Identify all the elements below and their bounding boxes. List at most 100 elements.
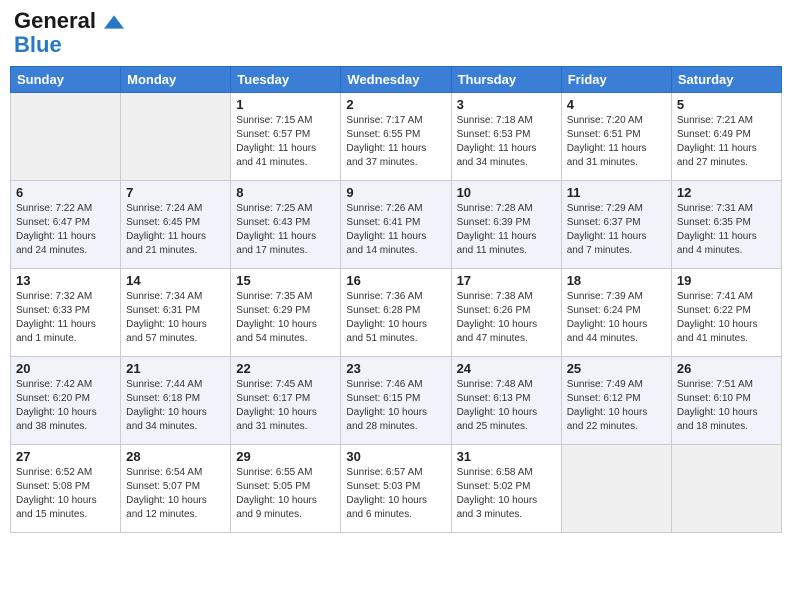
calendar-cell: 24Sunrise: 7:48 AM Sunset: 6:13 PM Dayli…	[451, 357, 561, 445]
column-header-wednesday: Wednesday	[341, 67, 451, 93]
calendar-cell: 22Sunrise: 7:45 AM Sunset: 6:17 PM Dayli…	[231, 357, 341, 445]
calendar-cell: 25 Sunrise: 7:49 AM Sunset: 6:12 PM Dayli…	[561, 357, 671, 445]
calendar-cell: 3Sunrise: 7:18 AM Sunset: 6:53 PM Daylig…	[451, 93, 561, 181]
day-info: Sunrise: 7:34 AM Sunset: 6:31 PM Dayligh…	[126, 290, 225, 346]
column-header-monday: Monday	[121, 67, 231, 93]
day-number: 2	[346, 97, 445, 112]
day-info: Sunrise: 7:44 AM Sunset: 6:18 PM Dayligh…	[126, 378, 225, 434]
calendar-cell: 23Sunrise: 7:46 AM Sunset: 6:15 PM Dayli…	[341, 357, 451, 445]
calendar-cell: 20 Sunrise: 7:42 AM Sunset: 6:20 PM Dayli…	[11, 357, 121, 445]
calendar-week-row: 20 Sunrise: 7:42 AM Sunset: 6:20 PM Dayli…	[11, 357, 782, 445]
day-number: 20	[16, 361, 115, 376]
day-number: 29	[236, 449, 335, 464]
calendar-cell: 15 Sunrise: 7:35 AM Sunset: 6:29 PM Dayli…	[231, 269, 341, 357]
calendar-cell	[671, 445, 781, 533]
calendar-cell: 1 Sunrise: 7:15 AM Sunset: 6:57 PM Daylig…	[231, 93, 341, 181]
day-info: Sunrise: 7:24 AM Sunset: 6:45 PM Dayligh…	[126, 202, 225, 258]
page-header: General Blue	[10, 10, 782, 58]
calendar-cell: 31 Sunrise: 6:58 AM Sunset: 5:02 PM Dayli…	[451, 445, 561, 533]
day-number: 16	[346, 273, 445, 288]
calendar-cell: 26 Sunrise: 7:51 AM Sunset: 6:10 PM Dayli…	[671, 357, 781, 445]
calendar-cell: 11Sunrise: 7:29 AM Sunset: 6:37 PM Dayli…	[561, 181, 671, 269]
calendar-week-row: 1 Sunrise: 7:15 AM Sunset: 6:57 PM Daylig…	[11, 93, 782, 181]
day-number: 22	[236, 361, 335, 376]
calendar-cell: 12Sunrise: 7:31 AM Sunset: 6:35 PM Dayli…	[671, 181, 781, 269]
calendar-header-row: SundayMondayTuesdayWednesdayThursdayFrid…	[11, 67, 782, 93]
logo: General Blue	[14, 10, 124, 58]
day-info: Sunrise: 6:57 AM Sunset: 5:03 PM Dayligh…	[346, 466, 445, 522]
day-number: 8	[236, 185, 335, 200]
day-info: Sunrise: 6:58 AM Sunset: 5:02 PM Dayligh…	[457, 466, 556, 522]
calendar-cell: 30 Sunrise: 6:57 AM Sunset: 5:03 PM Dayli…	[341, 445, 451, 533]
day-number: 28	[126, 449, 225, 464]
calendar-cell: 10 Sunrise: 7:28 AM Sunset: 6:39 PM Dayli…	[451, 181, 561, 269]
day-number: 6	[16, 185, 115, 200]
calendar-week-row: 27Sunrise: 6:52 AM Sunset: 5:08 PM Dayli…	[11, 445, 782, 533]
column-header-sunday: Sunday	[11, 67, 121, 93]
calendar-cell: 21 Sunrise: 7:44 AM Sunset: 6:18 PM Dayli…	[121, 357, 231, 445]
day-info: Sunrise: 7:42 AM Sunset: 6:20 PM Dayligh…	[16, 378, 115, 434]
calendar-cell: 8 Sunrise: 7:25 AM Sunset: 6:43 PM Daylig…	[231, 181, 341, 269]
day-info: Sunrise: 7:32 AM Sunset: 6:33 PM Dayligh…	[16, 290, 115, 346]
column-header-thursday: Thursday	[451, 67, 561, 93]
day-info: Sunrise: 7:49 AM Sunset: 6:12 PM Dayligh…	[567, 378, 666, 434]
day-number: 9	[346, 185, 445, 200]
calendar-week-row: 6 Sunrise: 7:22 AM Sunset: 6:47 PM Daylig…	[11, 181, 782, 269]
day-number: 21	[126, 361, 225, 376]
calendar-cell: 29 Sunrise: 6:55 AM Sunset: 5:05 PM Dayli…	[231, 445, 341, 533]
calendar-cell	[11, 93, 121, 181]
calendar-cell	[561, 445, 671, 533]
day-number: 4	[567, 97, 666, 112]
day-info: Sunrise: 7:39 AM Sunset: 6:24 PM Dayligh…	[567, 290, 666, 346]
day-number: 31	[457, 449, 556, 464]
day-info: Sunrise: 7:28 AM Sunset: 6:39 PM Dayligh…	[457, 202, 556, 258]
day-number: 30	[346, 449, 445, 464]
logo-text: General	[14, 10, 124, 32]
calendar-cell: 7Sunrise: 7:24 AM Sunset: 6:45 PM Daylig…	[121, 181, 231, 269]
day-info: Sunrise: 7:51 AM Sunset: 6:10 PM Dayligh…	[677, 378, 776, 434]
day-info: Sunrise: 7:22 AM Sunset: 6:47 PM Dayligh…	[16, 202, 115, 258]
day-info: Sunrise: 7:25 AM Sunset: 6:43 PM Dayligh…	[236, 202, 335, 258]
day-info: Sunrise: 7:20 AM Sunset: 6:51 PM Dayligh…	[567, 114, 666, 170]
calendar-cell: 13Sunrise: 7:32 AM Sunset: 6:33 PM Dayli…	[11, 269, 121, 357]
column-header-friday: Friday	[561, 67, 671, 93]
day-info: Sunrise: 7:38 AM Sunset: 6:26 PM Dayligh…	[457, 290, 556, 346]
day-info: Sunrise: 7:17 AM Sunset: 6:55 PM Dayligh…	[346, 114, 445, 170]
calendar-cell: 17 Sunrise: 7:38 AM Sunset: 6:26 PM Dayli…	[451, 269, 561, 357]
calendar-cell: 2 Sunrise: 7:17 AM Sunset: 6:55 PM Daylig…	[341, 93, 451, 181]
calendar-cell: 5 Sunrise: 7:21 AM Sunset: 6:49 PM Daylig…	[671, 93, 781, 181]
calendar-week-row: 13Sunrise: 7:32 AM Sunset: 6:33 PM Dayli…	[11, 269, 782, 357]
day-number: 18	[567, 273, 666, 288]
day-number: 27	[16, 449, 115, 464]
day-info: Sunrise: 7:15 AM Sunset: 6:57 PM Dayligh…	[236, 114, 335, 170]
calendar-cell: 14 Sunrise: 7:34 AM Sunset: 6:31 PM Dayli…	[121, 269, 231, 357]
day-info: Sunrise: 7:21 AM Sunset: 6:49 PM Dayligh…	[677, 114, 776, 170]
calendar-cell: 28 Sunrise: 6:54 AM Sunset: 5:07 PM Dayli…	[121, 445, 231, 533]
day-number: 17	[457, 273, 556, 288]
day-info: Sunrise: 7:35 AM Sunset: 6:29 PM Dayligh…	[236, 290, 335, 346]
day-info: Sunrise: 6:55 AM Sunset: 5:05 PM Dayligh…	[236, 466, 335, 522]
day-info: Sunrise: 7:29 AM Sunset: 6:37 PM Dayligh…	[567, 202, 666, 258]
calendar-cell: 19 Sunrise: 7:41 AM Sunset: 6:22 PM Dayli…	[671, 269, 781, 357]
calendar-cell: 9 Sunrise: 7:26 AM Sunset: 6:41 PM Daylig…	[341, 181, 451, 269]
day-number: 19	[677, 273, 776, 288]
calendar-table: SundayMondayTuesdayWednesdayThursdayFrid…	[10, 66, 782, 533]
day-number: 15	[236, 273, 335, 288]
day-number: 1	[236, 97, 335, 112]
day-number: 26	[677, 361, 776, 376]
day-number: 14	[126, 273, 225, 288]
day-info: Sunrise: 7:41 AM Sunset: 6:22 PM Dayligh…	[677, 290, 776, 346]
calendar-cell: 16 Sunrise: 7:36 AM Sunset: 6:28 PM Dayli…	[341, 269, 451, 357]
day-info: Sunrise: 6:54 AM Sunset: 5:07 PM Dayligh…	[126, 466, 225, 522]
day-number: 5	[677, 97, 776, 112]
day-number: 12	[677, 185, 776, 200]
day-number: 25	[567, 361, 666, 376]
calendar-cell: 18 Sunrise: 7:39 AM Sunset: 6:24 PM Dayli…	[561, 269, 671, 357]
calendar-cell: 27Sunrise: 6:52 AM Sunset: 5:08 PM Dayli…	[11, 445, 121, 533]
day-info: Sunrise: 7:26 AM Sunset: 6:41 PM Dayligh…	[346, 202, 445, 258]
day-info: Sunrise: 7:48 AM Sunset: 6:13 PM Dayligh…	[457, 378, 556, 434]
logo-blue: Blue	[14, 32, 62, 57]
day-info: Sunrise: 7:36 AM Sunset: 6:28 PM Dayligh…	[346, 290, 445, 346]
day-number: 10	[457, 185, 556, 200]
day-number: 23	[346, 361, 445, 376]
